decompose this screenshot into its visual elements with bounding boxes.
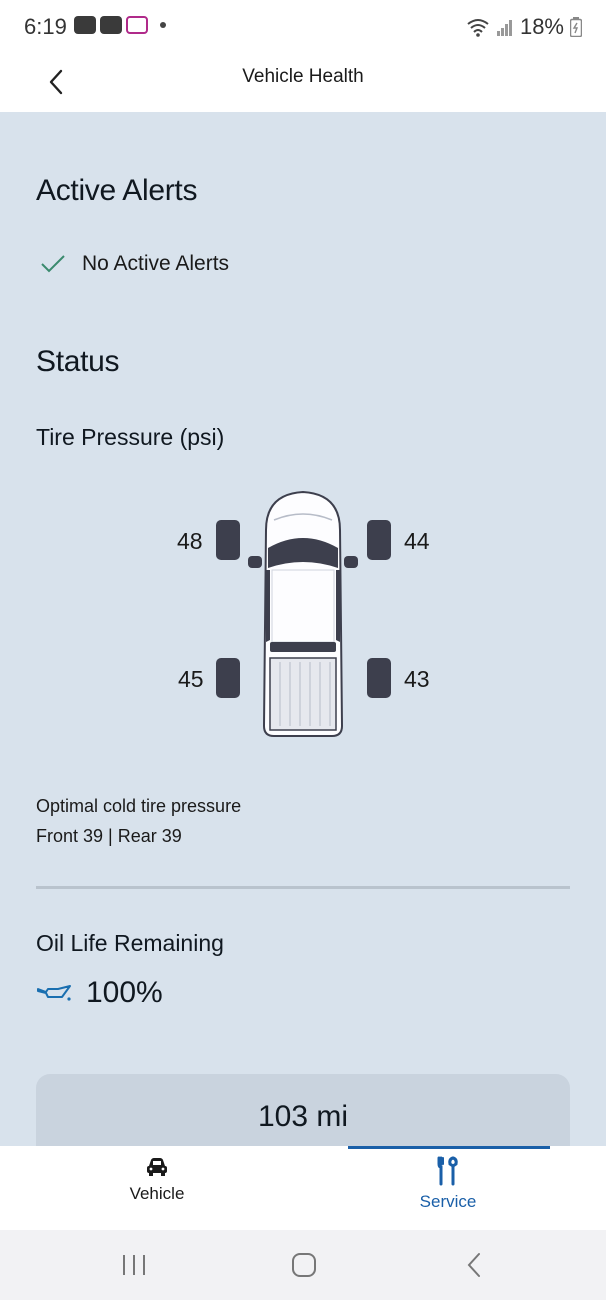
back-arrow-icon [467, 1253, 480, 1277]
active-tab-indicator [348, 1146, 550, 1149]
status-heading: Status [36, 345, 120, 378]
optimal-pressure-values: Front 39 | Rear 39 [36, 826, 182, 846]
tire-rear-right [367, 658, 391, 698]
truck-top-view-icon [248, 490, 358, 737]
bottom-nav: Vehicle Service [0, 1146, 606, 1230]
optimal-pressure-label: Optimal cold tire pressure [36, 796, 242, 816]
more-notifications-icon [160, 22, 166, 28]
car-icon [147, 1158, 167, 1176]
mileage-value: 103 mi [257, 1100, 349, 1133]
alert-message: No Active Alerts [82, 252, 230, 275]
battery-percent: 18% [519, 14, 564, 39]
oil-life-row: 100% [36, 976, 163, 1010]
notification-icons [74, 16, 166, 34]
tire-front-right [367, 520, 391, 560]
tools-icon [437, 1156, 458, 1186]
tab-vehicle[interactable]: Vehicle [57, 1156, 257, 1204]
tab-service-label: Service [419, 1192, 477, 1211]
tire-pressure-front-right: 44 [404, 528, 430, 554]
system-nav-bar [0, 1230, 606, 1300]
youtube-icon [100, 16, 122, 34]
active-alerts-heading: Active Alerts [36, 174, 198, 207]
status-bar: 6:19 18% [0, 0, 606, 52]
home-icon [292, 1253, 316, 1277]
voicemail-icon [126, 16, 148, 34]
section-divider [36, 886, 570, 889]
tab-vehicle-label: Vehicle [129, 1184, 185, 1203]
tire-pressure-rear-right: 43 [404, 666, 430, 692]
tire-pressure-rear-left: 45 [178, 666, 204, 692]
app-bar: Vehicle Health [0, 52, 606, 112]
oil-can-icon [37, 985, 71, 1001]
tire-front-left [216, 520, 240, 560]
home-button[interactable] [284, 1248, 324, 1282]
recents-button[interactable] [114, 1248, 154, 1282]
tab-service[interactable]: Service [348, 1156, 548, 1212]
oil-life-heading: Oil Life Remaining [36, 930, 224, 956]
alert-status-row: No Active Alerts [40, 252, 229, 276]
tire-pressure-front-left: 48 [177, 528, 203, 554]
battery-icon [570, 17, 582, 37]
tire-pressure-heading: Tire Pressure (psi) [36, 424, 225, 450]
page-title: Vehicle Health [242, 66, 364, 87]
oil-life-value: 100% [86, 976, 163, 1009]
check-icon [41, 255, 65, 273]
status-time: 6:19 [24, 14, 67, 39]
system-back-button[interactable] [454, 1248, 494, 1282]
wifi-icon [467, 19, 489, 37]
status-right: 18% [466, 14, 582, 40]
recents-icon [123, 1255, 145, 1275]
signal-icon [496, 20, 512, 36]
tire-rear-left [216, 658, 240, 698]
voicemail-app-icon [74, 16, 96, 34]
